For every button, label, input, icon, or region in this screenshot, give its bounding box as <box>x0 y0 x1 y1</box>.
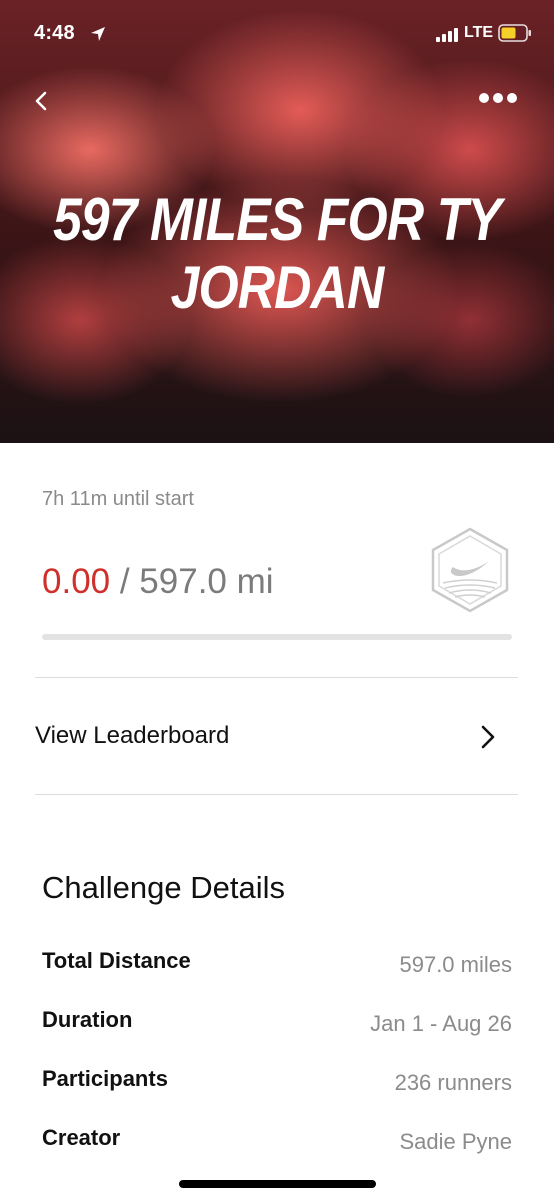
challenge-title: 597 MILES FOR TY JORDAN <box>53 186 502 321</box>
challenge-details-heading: Challenge Details <box>42 870 285 905</box>
progress-bar <box>42 634 512 640</box>
detail-value: 597.0 miles <box>399 952 512 977</box>
detail-row-creator: Creator Sadie Pyne <box>42 1125 512 1161</box>
detail-row-total-distance: Total Distance 597.0 miles <box>42 948 512 984</box>
nike-challenge-badge-icon <box>431 527 509 613</box>
home-indicator[interactable] <box>179 1180 376 1188</box>
divider <box>35 677 518 678</box>
status-time: 4:48 <box>34 22 75 44</box>
cellular-signal-icon <box>436 28 458 42</box>
current-distance: 0.00 <box>42 562 111 601</box>
chevron-left-icon[interactable] <box>30 86 54 116</box>
progress-summary: 0.00 / 597.0 mi <box>42 562 274 602</box>
detail-row-participants: Participants 236 runners <box>42 1066 512 1102</box>
view-leaderboard-row[interactable]: View Leaderboard <box>35 700 518 775</box>
chevron-right-icon <box>481 725 495 749</box>
countdown-text: 7h 11m until start <box>42 488 194 510</box>
detail-value: Sadie Pyne <box>399 1129 512 1154</box>
battery-icon <box>498 24 531 42</box>
detail-label: Duration <box>42 1007 133 1032</box>
location-arrow-icon <box>91 27 105 41</box>
detail-row-duration: Duration Jan 1 - Aug 26 <box>42 1007 512 1043</box>
network-type: LTE <box>464 24 494 41</box>
detail-label: Participants <box>42 1066 168 1091</box>
status-bar: 4:48 LTE <box>0 0 554 70</box>
more-dots-icon[interactable] <box>478 88 518 108</box>
detail-value: Jan 1 - Aug 26 <box>370 1011 512 1036</box>
detail-value: 236 runners <box>394 1070 512 1095</box>
divider <box>35 794 518 795</box>
view-leaderboard-label: View Leaderboard <box>35 722 230 749</box>
detail-label: Total Distance <box>42 948 191 973</box>
goal-distance: / 597.0 mi <box>119 562 274 601</box>
detail-label: Creator <box>42 1125 121 1150</box>
hero-image: 4:48 LTE 597 MILES FOR TY JORDAN <box>0 0 554 443</box>
